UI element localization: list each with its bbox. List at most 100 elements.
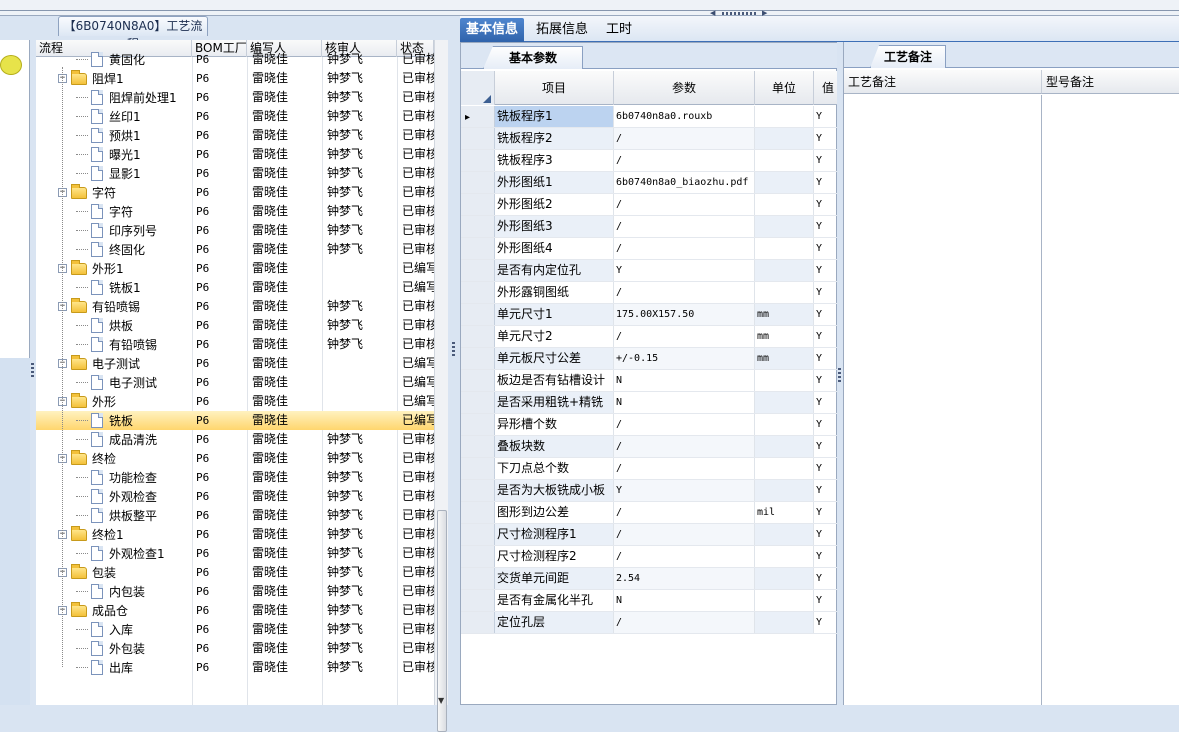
param-value-cell[interactable]: 2.54 <box>614 568 755 589</box>
tree-row[interactable]: − 终检1 P6 雷晓佳 钟梦飞 已审核 <box>36 525 434 544</box>
param-value-cell[interactable]: N <box>614 392 755 413</box>
row-indicator[interactable] <box>461 282 495 303</box>
tree-node[interactable]: 显影1 <box>76 164 141 183</box>
tree-node[interactable]: − 有铅喷锡 <box>58 297 140 316</box>
tree-node[interactable]: 预烘1 <box>76 126 141 145</box>
tree-row[interactable]: 曝光1 P6 雷晓佳 钟梦飞 已审核 <box>36 145 434 164</box>
tree-row[interactable]: 字符 P6 雷晓佳 钟梦飞 已审核 <box>36 202 434 221</box>
param-value-cell[interactable]: 6b0740n8a0_biaozhu.pdf <box>614 172 755 193</box>
tree-row[interactable]: 出库 P6 雷晓佳 钟梦飞 已审核 <box>36 658 434 677</box>
tree-node[interactable]: 印序列号 <box>76 221 157 240</box>
tree-row[interactable]: 预烘1 P6 雷晓佳 钟梦飞 已审核 <box>36 126 434 145</box>
tree-node[interactable]: − 包装 <box>58 563 116 582</box>
param-value-cell[interactable]: 6b0740n8a0.rouxb <box>614 106 755 127</box>
param-value-cell[interactable]: / <box>614 458 755 479</box>
tree-node[interactable]: 出库 <box>76 658 133 677</box>
param-row[interactable]: 外形图纸4/ Y <box>461 238 838 260</box>
tree-row[interactable]: 铣板 P6 雷晓佳 已编写 <box>36 411 434 430</box>
row-indicator[interactable] <box>461 524 495 545</box>
row-indicator[interactable] <box>461 172 495 193</box>
param-row[interactable]: 外形图纸2/ Y <box>461 194 838 216</box>
row-indicator[interactable] <box>461 304 495 325</box>
process-tree-grid[interactable]: 流程 BOM工厂 编写人 核审人 状态 黄固化 P6 雷晓佳 钟梦飞 已审核 − 阻焊1 P6… <box>36 40 434 705</box>
row-indicator[interactable] <box>461 216 495 237</box>
process-remarks-field[interactable] <box>844 95 1042 705</box>
row-indicator[interactable] <box>461 612 495 633</box>
param-value-cell[interactable]: / <box>614 502 755 523</box>
param-value-cell[interactable]: / <box>614 216 755 237</box>
tree-node[interactable]: − 外形1 <box>58 259 124 278</box>
splitter-grip[interactable] <box>838 368 841 384</box>
param-row[interactable]: 是否采用粗铣+精铣 N Y <box>461 392 838 414</box>
tree-row[interactable]: 显影1 P6 雷晓佳 钟梦飞 已审核 <box>36 164 434 183</box>
tree-node[interactable]: 入库 <box>76 620 133 639</box>
tree-row[interactable]: 烘板 P6 雷晓佳 钟梦飞 已审核 <box>36 316 434 335</box>
splitter-grip[interactable] <box>31 363 34 379</box>
row-indicator[interactable] <box>461 326 495 347</box>
param-row[interactable]: 外形图纸3/ Y <box>461 216 838 238</box>
splitter-grip[interactable] <box>722 12 758 15</box>
tree-row[interactable]: 入库 P6 雷晓佳 钟梦飞 已审核 <box>36 620 434 639</box>
tree-row[interactable]: − 包装 P6 雷晓佳 钟梦飞 已审核 <box>36 563 434 582</box>
row-indicator[interactable] <box>461 128 495 149</box>
row-indicator[interactable] <box>461 590 495 611</box>
param-value-cell[interactable]: / <box>614 128 755 149</box>
row-indicator[interactable] <box>461 480 495 501</box>
param-row[interactable]: 定位孔层 / Y <box>461 612 838 634</box>
tree-node[interactable]: 成品清洗 <box>76 430 157 449</box>
tree-row[interactable]: − 阻焊1 P6 雷晓佳 钟梦飞 已审核 <box>36 69 434 88</box>
tree-row[interactable]: − 外形1 P6 雷晓佳 已编写 <box>36 259 434 278</box>
tree-node[interactable]: 功能检查 <box>76 468 157 487</box>
tree-node[interactable]: − 电子测试 <box>58 354 140 373</box>
param-row[interactable]: 铣板程序2/ Y <box>461 128 838 150</box>
row-indicator[interactable] <box>461 568 495 589</box>
tree-node[interactable]: 丝印1 <box>76 107 141 126</box>
param-value-cell[interactable]: +/-0.15 <box>614 348 755 369</box>
tree-row[interactable]: 外观检查1 P6 雷晓佳 钟梦飞 已审核 <box>36 544 434 563</box>
row-indicator[interactable] <box>461 194 495 215</box>
tree-row[interactable]: − 外形 P6 雷晓佳 已编写 <box>36 392 434 411</box>
top-splitter[interactable]: ◀ ▶ <box>0 0 1179 17</box>
tree-node[interactable]: − 字符 <box>58 183 116 202</box>
tree-node[interactable]: 外包装 <box>76 639 145 658</box>
tree-row[interactable]: 丝印1 P6 雷晓佳 钟梦飞 已审核 <box>36 107 434 126</box>
tree-node[interactable]: 终固化 <box>76 240 145 259</box>
param-row[interactable]: 是否为大板铣成小板 Y Y <box>461 480 838 502</box>
param-value-cell[interactable]: / <box>614 326 755 347</box>
subtab-basic-params[interactable]: 基本参数 <box>483 46 583 69</box>
param-value-cell[interactable]: / <box>614 238 755 259</box>
tree-row[interactable]: 电子测试 P6 雷晓佳 已编写 <box>36 373 434 392</box>
tree-node[interactable]: 内包装 <box>76 582 145 601</box>
message-bubble-icon[interactable] <box>0 55 22 75</box>
tree-row[interactable]: − 字符 P6 雷晓佳 钟梦飞 已审核 <box>36 183 434 202</box>
tree-node[interactable]: 外观检查 <box>76 487 157 506</box>
param-value-cell[interactable]: / <box>614 194 755 215</box>
tree-row[interactable]: − 终检 P6 雷晓佳 钟梦飞 已审核 <box>36 449 434 468</box>
row-indicator[interactable] <box>461 502 495 523</box>
param-value-cell[interactable]: / <box>614 612 755 633</box>
tree-row[interactable]: 铣板1 P6 雷晓佳 已编写 <box>36 278 434 297</box>
tree-node[interactable]: 外观检查1 <box>76 544 165 563</box>
tree-node[interactable]: − 终检 <box>58 449 116 468</box>
param-row[interactable]: 尺寸检测程序1/ Y <box>461 524 838 546</box>
row-indicator[interactable] <box>461 414 495 435</box>
param-row[interactable]: 图形到边公差 / mil Y <box>461 502 838 524</box>
param-value-cell[interactable]: / <box>614 282 755 303</box>
col-header-value[interactable]: 值 <box>814 71 838 105</box>
row-indicator[interactable]: ▸ <box>461 106 495 127</box>
splitter-grip[interactable] <box>452 342 455 358</box>
subtab-process-remarks[interactable]: 工艺备注 <box>870 45 946 68</box>
tree-row[interactable]: 内包装 P6 雷晓佳 钟梦飞 已审核 <box>36 582 434 601</box>
tree-row[interactable]: 印序列号 P6 雷晓佳 钟梦飞 已审核 <box>36 221 434 240</box>
col-header-unit[interactable]: 单位 <box>755 71 814 105</box>
param-row[interactable]: 是否有内定位孔 Y Y <box>461 260 838 282</box>
tree-row[interactable]: 黄固化 P6 雷晓佳 钟梦飞 已审核 <box>36 50 434 69</box>
col-header-item[interactable]: 项目 <box>495 71 614 105</box>
row-indicator[interactable] <box>461 348 495 369</box>
tree-node[interactable]: 铣板 <box>76 411 133 430</box>
tree-row[interactable]: 终固化 P6 雷晓佳 钟梦飞 已审核 <box>36 240 434 259</box>
row-indicator[interactable] <box>461 150 495 171</box>
tab-extended-info[interactable]: 拓展信息 <box>530 18 594 42</box>
param-row[interactable]: 单元板尺寸公差 +/-0.15 mm Y <box>461 348 838 370</box>
param-row[interactable]: 外形图纸1 6b0740n8a0_biaozhu.pdf Y <box>461 172 838 194</box>
